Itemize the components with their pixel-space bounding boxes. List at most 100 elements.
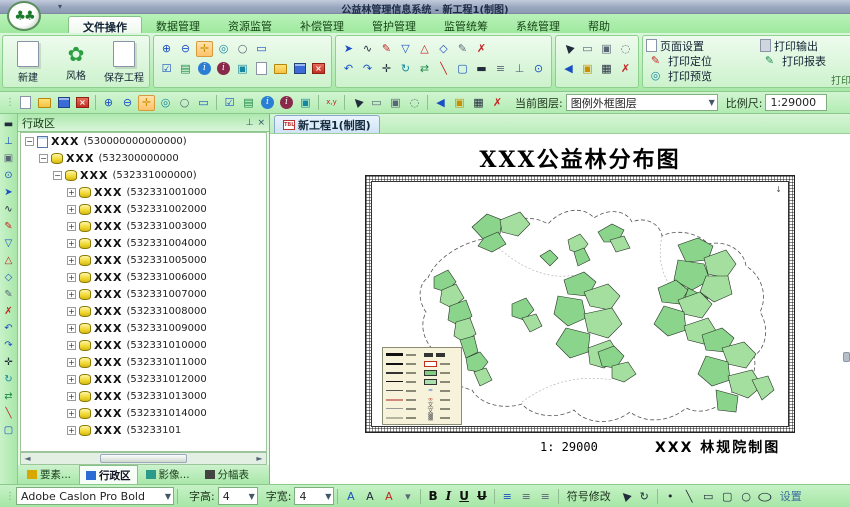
sketch-pen-icon[interactable]: ✎ bbox=[378, 41, 395, 57]
chevron-down-icon[interactable]: ▼ bbox=[321, 492, 331, 501]
scroll-thumb[interactable] bbox=[100, 454, 188, 463]
tree-row[interactable]: +XXX(532331009000 bbox=[21, 320, 266, 337]
modify-feature-icon[interactable]: ✎ bbox=[1, 286, 16, 303]
pin-icon[interactable]: ⊥ bbox=[246, 118, 254, 128]
fullscreen-icon[interactable]: ▣ bbox=[297, 95, 314, 111]
vertical-scroll-thumb[interactable] bbox=[843, 352, 850, 362]
redo-icon[interactable]: ↷ bbox=[1, 337, 16, 354]
close-icon[interactable]: × bbox=[74, 95, 91, 111]
draw-ellipse-icon[interactable]: ○ bbox=[757, 488, 774, 504]
tree-expander-icon[interactable]: + bbox=[67, 239, 76, 248]
zoom-rect-icon[interactable]: ▭ bbox=[253, 41, 270, 57]
settings-button[interactable]: 设置 bbox=[780, 488, 802, 504]
tree-row[interactable]: +XXX(532331004000 bbox=[21, 235, 266, 252]
align-right-icon[interactable]: ≡ bbox=[537, 488, 554, 504]
style-button[interactable]: ✿风格 bbox=[54, 38, 98, 86]
cursor-icon[interactable]: ▶ bbox=[349, 95, 366, 111]
panel-tab-3[interactable]: 影像... bbox=[139, 465, 197, 484]
horizontal-scrollbar[interactable]: ◄ ► bbox=[20, 452, 267, 465]
tree-row[interactable]: +XXX(532331007000 bbox=[21, 286, 266, 303]
move-feature-icon[interactable]: ✛ bbox=[1, 354, 16, 371]
open-doc-icon[interactable] bbox=[272, 61, 289, 77]
pointer-icon[interactable]: ▶ bbox=[617, 488, 634, 504]
draw-diamond-icon[interactable]: ◇ bbox=[1, 269, 16, 286]
zoom-rect-icon[interactable]: ▭ bbox=[195, 95, 212, 111]
sketch-pen-icon[interactable]: ✎ bbox=[1, 218, 16, 235]
rotate-icon[interactable]: ↻ bbox=[636, 488, 653, 504]
panel-tab-4[interactable]: 分幅表 bbox=[198, 465, 257, 484]
marquee-icon[interactable]: ▦ bbox=[598, 61, 615, 77]
save-icon[interactable] bbox=[55, 95, 72, 111]
undo-icon[interactable]: ↶ bbox=[1, 320, 16, 337]
draw-rect-icon[interactable]: ▢ bbox=[454, 61, 471, 77]
tree-expander-icon[interactable]: + bbox=[67, 205, 76, 214]
tree-expander-icon[interactable]: + bbox=[67, 290, 76, 299]
menu-tab-5[interactable]: 管护管理 bbox=[358, 16, 430, 33]
tree-row[interactable]: +XXX(532331011000 bbox=[21, 354, 266, 371]
current-layer-combo[interactable]: 图例外框图层 ▼ bbox=[566, 94, 718, 111]
select-partial-icon[interactable]: ▭ bbox=[368, 95, 385, 111]
tree-expander-icon[interactable]: + bbox=[67, 188, 76, 197]
document-tab[interactable]: TBL 新工程1(制图) bbox=[274, 115, 380, 133]
strikethrough-button[interactable]: U bbox=[477, 489, 487, 503]
xy-coords-icon[interactable]: x,y bbox=[323, 95, 340, 111]
italic-button[interactable]: I bbox=[446, 489, 452, 503]
tree-row[interactable]: +XXX(532331002000 bbox=[21, 201, 266, 218]
symbol-edit-button[interactable]: 符号修改 bbox=[567, 488, 611, 504]
select-rect-icon[interactable]: ▣ bbox=[598, 41, 615, 57]
move-feature-icon[interactable]: ✛ bbox=[378, 61, 395, 77]
tree-expander-icon[interactable]: + bbox=[67, 426, 76, 435]
map-canvas[interactable]: XXX公益林分布图 bbox=[270, 134, 850, 484]
tree-row[interactable]: +XXX(532331014000 bbox=[21, 405, 266, 422]
new-doc-icon[interactable] bbox=[253, 61, 270, 77]
draw-rect-icon[interactable]: ▢ bbox=[1, 422, 16, 439]
menu-tab-8[interactable]: 帮助 bbox=[574, 16, 624, 33]
measure-icon[interactable]: ▬ bbox=[1, 116, 16, 133]
quick-access-dropdown-icon[interactable]: ▾ bbox=[58, 2, 62, 11]
move-layer-icon[interactable]: ⇄ bbox=[416, 61, 433, 77]
new-icon[interactable] bbox=[17, 95, 34, 111]
distribute-icon[interactable]: ≡ bbox=[492, 61, 509, 77]
tree-row[interactable]: +XXX(532331008000 bbox=[21, 303, 266, 320]
identify-icon[interactable]: i bbox=[196, 61, 213, 77]
zoom-out-icon[interactable]: ⊖ bbox=[119, 95, 136, 111]
save-doc-icon[interactable] bbox=[291, 61, 308, 77]
zoom-out-icon[interactable]: ⊖ bbox=[177, 41, 194, 57]
marquee-icon[interactable]: ▦ bbox=[470, 95, 487, 111]
align-icon[interactable]: ⊥ bbox=[1, 133, 16, 150]
underline-button[interactable]: U bbox=[459, 489, 469, 503]
open-icon[interactable] bbox=[36, 95, 53, 111]
chevron-down-icon[interactable]: ▼ bbox=[161, 492, 171, 501]
chevron-down-icon[interactable]: ▼ bbox=[705, 98, 715, 107]
close-doc-icon[interactable]: × bbox=[310, 61, 327, 77]
panel-tab-2[interactable]: 行政区 bbox=[79, 465, 138, 484]
tree-expander-icon[interactable]: + bbox=[67, 409, 76, 418]
draw-polyline-icon[interactable]: ▽ bbox=[1, 235, 16, 252]
redo-icon[interactable]: ↷ bbox=[359, 61, 376, 77]
tree-row[interactable]: +XXX(532331005000 bbox=[21, 252, 266, 269]
font-color-dropdown-icon[interactable]: ▾ bbox=[399, 488, 416, 504]
edit-vertex-icon[interactable]: ∿ bbox=[359, 41, 376, 57]
full-extent-icon[interactable]: ◎ bbox=[157, 95, 174, 111]
page-setup-button[interactable]: 页面设置 bbox=[646, 38, 760, 53]
menu-tab-2[interactable]: 数据管理 bbox=[142, 16, 214, 33]
tree-row[interactable]: +XXX(532331010000 bbox=[21, 337, 266, 354]
tree-row[interactable]: −XXX(532331000000) bbox=[21, 167, 266, 184]
clear-selection-icon[interactable]: ✗ bbox=[617, 61, 634, 77]
select-check-icon[interactable]: ☑ bbox=[158, 61, 175, 77]
font-color-blue-icon[interactable]: A bbox=[342, 488, 359, 504]
vertex-edit-icon[interactable]: ∿ bbox=[1, 201, 16, 218]
align-center-icon[interactable]: ≡ bbox=[518, 488, 535, 504]
align-left-icon[interactable]: ≡ bbox=[499, 488, 516, 504]
scale-input[interactable]: 1:29000 bbox=[765, 94, 827, 111]
menu-tab-4[interactable]: 补偿管理 bbox=[286, 16, 358, 33]
select-rect-icon[interactable]: ▣ bbox=[387, 95, 404, 111]
extent-box-icon[interactable]: ▣ bbox=[1, 150, 16, 167]
scroll-left-icon[interactable]: ◄ bbox=[21, 454, 34, 463]
fullscreen-icon[interactable]: ▣ bbox=[234, 61, 251, 77]
new-project-button[interactable]: 新建 bbox=[6, 38, 50, 86]
tree-expander-icon[interactable]: + bbox=[67, 358, 76, 367]
zoom-in-icon[interactable]: ⊕ bbox=[100, 95, 117, 111]
layers-icon[interactable]: ▣ bbox=[579, 61, 596, 77]
tree-expander-icon[interactable]: + bbox=[67, 273, 76, 282]
